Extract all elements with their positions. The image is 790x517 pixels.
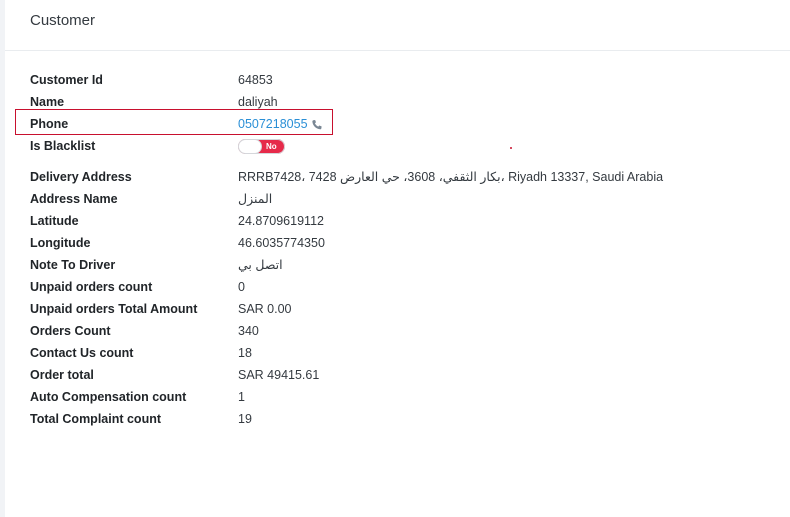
row-latitude: Latitude 24.8709619112 <box>30 210 770 232</box>
row-is-blacklist: Is Blacklist No <box>30 135 770 157</box>
row-longitude: Longitude 46.6035774350 <box>30 232 770 254</box>
row-auto-compensation: Auto Compensation count 1 <box>30 386 770 408</box>
blacklist-toggle[interactable]: No <box>238 139 285 154</box>
customer-id-label: Customer Id <box>30 73 103 87</box>
auto-compensation-value: 1 <box>238 390 245 404</box>
longitude-label: Longitude <box>30 236 91 250</box>
total-complaint-value: 19 <box>238 412 252 426</box>
row-order-total: Order total SAR 49415.61 <box>30 364 770 386</box>
row-unpaid-orders-count: Unpaid orders count 0 <box>30 276 770 298</box>
address-name-label: Address Name <box>30 192 118 206</box>
row-customer-id: Customer Id 64853 <box>30 69 770 91</box>
contact-us-count-label: Contact Us count <box>30 346 134 360</box>
unpaid-orders-count-value: 0 <box>238 280 245 294</box>
latitude-value: 24.8709619112 <box>238 214 324 228</box>
left-strip <box>0 0 5 517</box>
is-blacklist-label: Is Blacklist <box>30 139 96 153</box>
unpaid-orders-total-value: SAR 0.00 <box>238 302 292 316</box>
address-name-value: المنزل <box>238 192 273 206</box>
row-total-complaint: Total Complaint count 19 <box>30 408 770 430</box>
row-orders-count: Orders Count 340 <box>30 320 770 342</box>
row-address-name: Address Name المنزل <box>30 188 770 210</box>
row-delivery-address: Delivery Address RRRB7428، 7428 بكار الث… <box>30 166 770 188</box>
red-dot-marker <box>510 147 512 149</box>
customer-id-value: 64853 <box>238 73 273 87</box>
contact-us-count-value: 18 <box>238 346 252 360</box>
row-contact-us-count: Contact Us count 18 <box>30 342 770 364</box>
row-note-to-driver: Note To Driver اتصل بي <box>30 254 770 276</box>
row-unpaid-orders-total: Unpaid orders Total Amount SAR 0.00 <box>30 298 770 320</box>
order-total-label: Order total <box>30 368 94 382</box>
note-to-driver-label: Note To Driver <box>30 258 116 272</box>
unpaid-orders-count-label: Unpaid orders count <box>30 280 153 294</box>
phone-highlight-box <box>15 109 333 135</box>
toggle-text: No <box>266 142 277 151</box>
card-title: Customer <box>30 12 96 29</box>
latitude-label: Latitude <box>30 214 79 228</box>
auto-compensation-label: Auto Compensation count <box>30 390 187 404</box>
toggle-knob <box>238 139 262 154</box>
total-complaint-label: Total Complaint count <box>30 412 162 426</box>
orders-count-label: Orders Count <box>30 324 111 338</box>
longitude-value: 46.6035774350 <box>238 236 325 250</box>
card-header: Customer <box>5 0 790 51</box>
orders-count-value: 340 <box>238 324 259 338</box>
order-total-value: SAR 49415.61 <box>238 368 320 382</box>
delivery-address-value: RRRB7428، 7428 بكار الثقفي، 3608، حي الع… <box>238 170 664 184</box>
note-to-driver-value: اتصل بي <box>238 258 283 272</box>
unpaid-orders-total-label: Unpaid orders Total Amount <box>30 302 198 316</box>
delivery-address-label: Delivery Address <box>30 170 132 184</box>
